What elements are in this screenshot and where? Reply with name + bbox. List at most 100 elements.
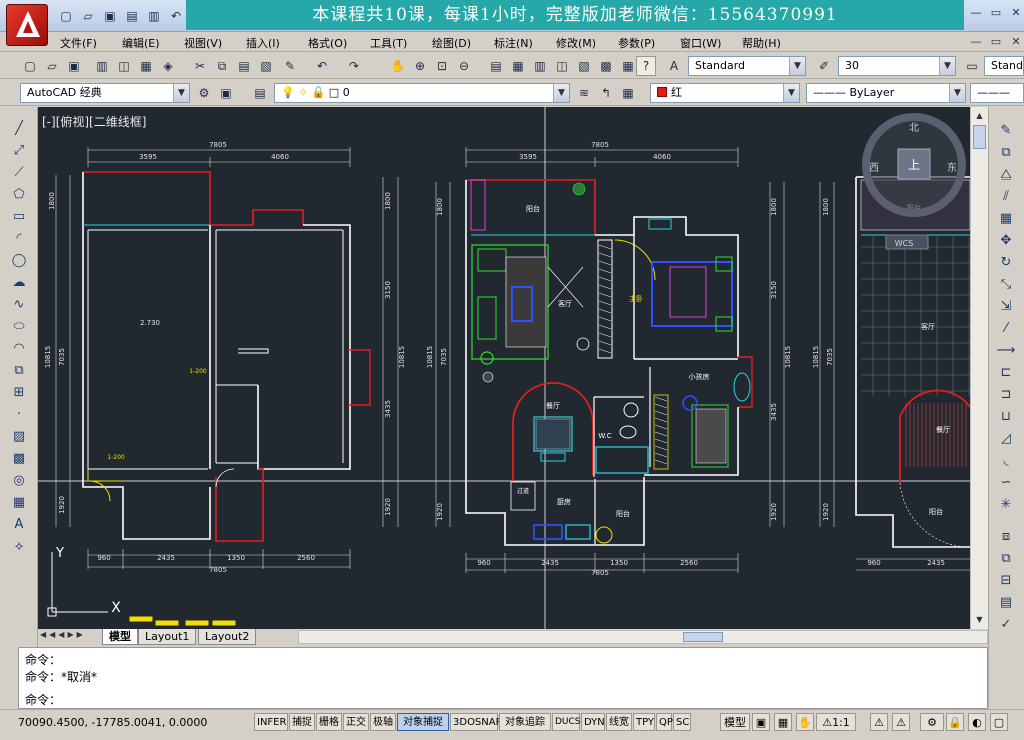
text-style-select[interactable]: Standard ▼: [688, 56, 806, 76]
layer-previous-icon[interactable]: ↰: [596, 83, 616, 103]
make-block-icon[interactable]: ⊞: [8, 383, 30, 403]
tab-model[interactable]: 模型: [102, 629, 138, 645]
markup-icon[interactable]: ▧: [574, 56, 594, 76]
design-center-icon[interactable]: ▦: [508, 56, 528, 76]
new-file-icon[interactable]: ▢: [56, 6, 76, 26]
help-icon[interactable]: ?: [636, 56, 656, 76]
tab-layout1[interactable]: Layout1: [138, 629, 197, 645]
status-toggle-极轴[interactable]: 极轴: [370, 713, 396, 731]
doc-restore-icon[interactable]: ▭: [988, 35, 1004, 49]
close-icon[interactable]: ✕: [1008, 6, 1024, 20]
tab-layout2[interactable]: Layout2: [198, 629, 257, 645]
dim-style-select[interactable]: Stand: [984, 56, 1024, 76]
preview-icon[interactable]: ◫: [114, 56, 134, 76]
annotation-visibility-icon[interactable]: ⚠: [870, 713, 888, 731]
status-toggle-dyn[interactable]: DYN: [581, 713, 605, 731]
ellipse-icon[interactable]: ⬭: [8, 317, 30, 337]
lock-ui-icon[interactable]: 🔒: [946, 713, 964, 731]
new-icon[interactable]: ▢: [20, 56, 40, 76]
dim-style-icon[interactable]: ▭: [962, 56, 982, 76]
pan-icon[interactable]: ✋: [388, 56, 408, 76]
mirror-icon[interactable]: ⧋: [995, 165, 1017, 185]
blend-icon[interactable]: ∽: [995, 473, 1017, 493]
status-toggle-infer[interactable]: INFER: [254, 713, 288, 731]
autocad-logo-icon[interactable]: [6, 4, 48, 46]
send-back-icon[interactable]: ⊟: [995, 571, 1017, 591]
scroll-down-icon[interactable]: ▼: [972, 612, 987, 627]
fillet-icon[interactable]: ◟: [995, 451, 1017, 471]
menu-help[interactable]: 帮助(H): [742, 35, 781, 51]
break-at-point-icon[interactable]: ⊏: [995, 363, 1017, 383]
command-prompt[interactable]: 命令：: [25, 691, 61, 708]
table-icon[interactable]: ▦: [8, 493, 30, 513]
status-toggle-正交[interactable]: 正交: [343, 713, 369, 731]
revision-cloud-icon[interactable]: ☁: [8, 273, 30, 293]
circle-icon[interactable]: ◯: [8, 251, 30, 271]
save-icon[interactable]: ▣: [64, 56, 84, 76]
hatch-icon[interactable]: ▨: [8, 427, 30, 447]
status-toggle-sc[interactable]: SC: [673, 713, 691, 731]
menu-edit[interactable]: 编辑(E): [122, 35, 160, 51]
explode-icon[interactable]: ✳: [995, 495, 1017, 515]
status-toggle-栅格[interactable]: 栅格: [316, 713, 342, 731]
text-front-icon[interactable]: ▤: [995, 593, 1017, 613]
scroll-thumb[interactable]: [973, 125, 986, 149]
scale-icon[interactable]: ⤡: [995, 275, 1017, 295]
viewport-label[interactable]: [-][俯视][二维线框]: [42, 113, 146, 130]
menu-insert[interactable]: 插入(I): [246, 35, 280, 51]
sheet-set-icon[interactable]: ◫: [552, 56, 572, 76]
join-icon[interactable]: ⊔: [995, 407, 1017, 427]
rotate-icon[interactable]: ↻: [995, 253, 1017, 273]
save-as-icon[interactable]: ▤: [122, 6, 142, 26]
color-select[interactable]: 红 ▼: [650, 83, 800, 103]
menu-format[interactable]: 格式(O): [308, 35, 347, 51]
save-icon[interactable]: ▣: [100, 6, 120, 26]
status-toggle-qp[interactable]: QP: [656, 713, 673, 731]
clean-screen-icon[interactable]: ▢: [990, 713, 1008, 731]
paste-icon[interactable]: ▤: [234, 56, 254, 76]
insert-block-icon[interactable]: ⧉: [8, 361, 30, 381]
bring-front-icon[interactable]: ⧉: [995, 549, 1017, 569]
publish-icon[interactable]: ▦: [136, 56, 156, 76]
workspace-select[interactable]: AutoCAD 经典 ▼: [20, 83, 190, 103]
paste-block-icon[interactable]: ▧: [256, 56, 276, 76]
calculator-icon[interactable]: ▦: [618, 56, 638, 76]
quick-view-icon[interactable]: ▦: [774, 713, 792, 731]
region-icon[interactable]: ◎: [8, 471, 30, 491]
array-icon[interactable]: ▦: [995, 209, 1017, 229]
redo-icon[interactable]: ↷: [344, 56, 364, 76]
menu-draw[interactable]: 绘图(D): [432, 35, 471, 51]
break-icon[interactable]: ⊐: [995, 385, 1017, 405]
vertical-scrollbar[interactable]: ▲ ▼: [970, 107, 988, 629]
layer-manager-icon[interactable]: ▤: [250, 83, 270, 103]
ellipse-arc-icon[interactable]: ◠: [8, 339, 30, 359]
erase-icon[interactable]: ✎: [995, 121, 1017, 141]
polygon-icon[interactable]: ⬠: [8, 185, 30, 205]
make-current-layer-icon[interactable]: ≋: [574, 83, 594, 103]
menu-modify[interactable]: 修改(M): [556, 35, 596, 51]
spell-check-icon[interactable]: ✓: [995, 615, 1017, 635]
lineweight-select[interactable]: ———: [970, 83, 1024, 103]
status-toggle-ducs[interactable]: DUCS: [552, 713, 581, 731]
coordinate-readout[interactable]: 70090.4500, -17785.0041, 0.0000: [18, 716, 207, 729]
offset-icon[interactable]: ⫽: [995, 187, 1017, 207]
add-selected-icon[interactable]: ⟡: [8, 537, 30, 557]
print-icon[interactable]: ▥: [144, 6, 164, 26]
workspace-switch-icon[interactable]: ⚙: [920, 713, 944, 731]
status-toggle-对象捕捉[interactable]: 对象捕捉: [397, 713, 449, 731]
horizontal-scrollbar[interactable]: [298, 630, 988, 644]
auto-scale-icon[interactable]: ⚠: [892, 713, 910, 731]
chamfer-icon[interactable]: ◿: [995, 429, 1017, 449]
tool-palettes-icon[interactable]: ▥: [530, 56, 550, 76]
layout-icon[interactable]: ▣: [752, 713, 770, 731]
hscroll-thumb[interactable]: [683, 632, 723, 642]
copy-icon[interactable]: ⧉: [212, 56, 232, 76]
annotation-scale-button[interactable]: ⚠1:1: [816, 713, 856, 731]
isolate-icon[interactable]: ◐: [968, 713, 986, 731]
polyline-icon[interactable]: ⟋: [8, 163, 30, 183]
match-properties-icon[interactable]: ✎: [280, 56, 300, 76]
undo-icon[interactable]: ↶: [166, 6, 186, 26]
command-window[interactable]: 命令： 命令：*取消* 命令：: [18, 647, 988, 709]
menu-tools[interactable]: 工具(T): [370, 35, 407, 51]
zoom-window-icon[interactable]: ⊡: [432, 56, 452, 76]
